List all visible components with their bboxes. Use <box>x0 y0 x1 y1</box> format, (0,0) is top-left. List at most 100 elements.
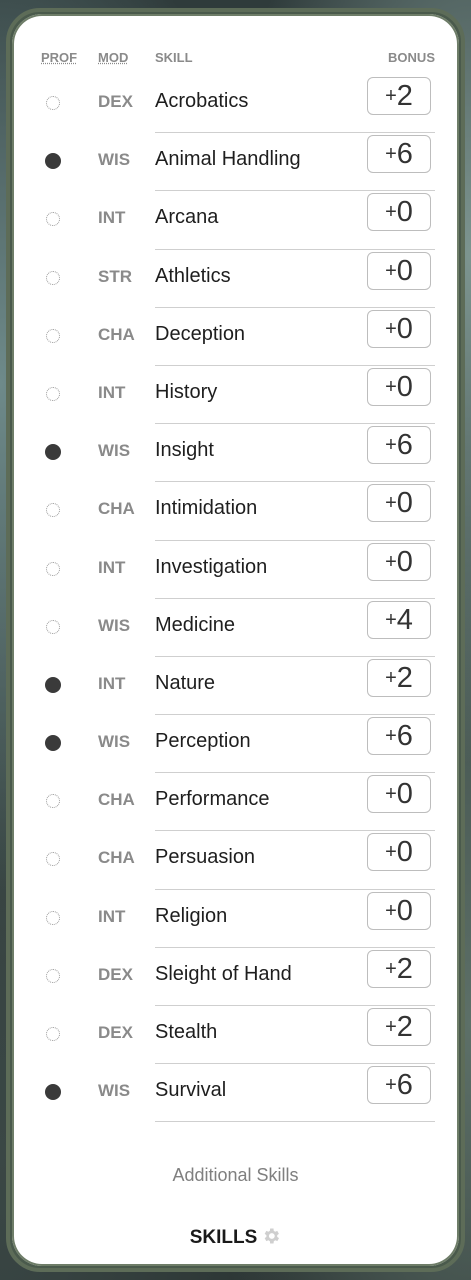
skill-row[interactable]: DEX Sleight of Hand +2 <box>12 949 459 1007</box>
skill-bonus-button[interactable]: +2 <box>367 949 431 988</box>
skill-row[interactable]: INT Religion +0 <box>12 891 459 949</box>
skill-row[interactable]: WIS Medicine +4 <box>12 600 459 658</box>
proficiency-dot[interactable] <box>46 619 60 634</box>
proficiency-dot[interactable] <box>46 561 60 576</box>
skill-bonus-button[interactable]: +2 <box>367 1008 431 1046</box>
skill-modifier: INT <box>98 208 126 228</box>
skill-name: History <box>155 380 218 403</box>
bonus-value: 6 <box>396 720 413 753</box>
bonus-value: 0 <box>396 545 413 578</box>
proficiency-dot[interactable] <box>46 386 60 401</box>
skill-row[interactable]: CHA Intimidation +0 <box>12 483 459 541</box>
proficiency-dot[interactable] <box>46 270 60 285</box>
skill-name: Deception <box>155 322 246 345</box>
skill-modifier: DEX <box>98 1023 133 1042</box>
skill-row[interactable]: INT Arcana +0 <box>12 192 459 250</box>
row-divider <box>155 830 435 832</box>
proficiency-dot[interactable] <box>45 676 61 693</box>
skill-name: Religion <box>155 904 228 927</box>
bonus-value: 2 <box>396 661 413 694</box>
skill-bonus-button[interactable]: +0 <box>367 833 431 872</box>
proficiency-dot[interactable] <box>46 794 60 809</box>
skill-row[interactable]: CHA Persuasion +0 <box>12 832 459 890</box>
row-divider <box>155 248 435 250</box>
bonus-sign: + <box>385 201 397 224</box>
skill-name: Performance <box>155 788 270 811</box>
proficiency-dot[interactable] <box>46 212 60 227</box>
skills-header: PROF MOD SKILL BONUS <box>12 50 459 72</box>
skill-name: Medicine <box>155 613 236 636</box>
skill-row[interactable]: WIS Survival +6 <box>12 1065 459 1123</box>
skill-bonus-button[interactable]: +2 <box>367 77 431 115</box>
skill-row[interactable]: WIS Insight +6 <box>12 425 459 483</box>
row-divider <box>155 597 435 599</box>
skill-modifier: CHA <box>98 848 135 868</box>
skill-row[interactable]: CHA Deception +0 <box>12 309 459 367</box>
proficiency-dot[interactable] <box>45 153 61 170</box>
gear-icon[interactable] <box>261 1226 281 1246</box>
row-divider <box>155 946 435 948</box>
bonus-value: 0 <box>396 778 413 811</box>
row-divider <box>155 1063 435 1065</box>
skill-bonus-button[interactable]: +0 <box>367 251 431 290</box>
skills-list: DEX Acrobatics +2 WIS Animal Handling +6 INT Ar… <box>12 76 459 1123</box>
skill-bonus-button[interactable]: +0 <box>367 542 431 581</box>
proficiency-dot[interactable] <box>46 96 60 110</box>
proficiency-dot[interactable] <box>45 444 61 461</box>
row-divider <box>155 888 435 890</box>
bonus-sign: + <box>385 434 397 457</box>
skill-bonus-button[interactable]: +6 <box>367 717 431 756</box>
bonus-sign: + <box>385 957 397 980</box>
additional-skills-link[interactable]: Additional Skills <box>12 1165 459 1186</box>
skill-modifier: INT <box>98 673 126 693</box>
skill-bonus-button[interactable]: +6 <box>367 1066 431 1105</box>
bonus-value: 0 <box>396 370 413 403</box>
skill-bonus-button[interactable]: +0 <box>367 891 431 930</box>
proficiency-dot[interactable] <box>46 852 60 867</box>
skill-modifier: CHA <box>98 790 135 810</box>
proficiency-dot[interactable] <box>46 1027 60 1041</box>
proficiency-dot[interactable] <box>46 328 60 343</box>
skill-bonus-button[interactable]: +0 <box>367 193 431 232</box>
row-divider <box>155 772 435 774</box>
skill-row[interactable]: DEX Stealth +2 <box>12 1007 459 1065</box>
bonus-sign: + <box>385 841 397 864</box>
skills-panel: PROF MOD SKILL BONUS DEX Acrobatics +2 WIS A… <box>12 14 459 1266</box>
row-divider <box>155 1005 435 1006</box>
skill-name: Intimidation <box>155 497 258 520</box>
skill-bonus-button[interactable]: +0 <box>367 775 431 814</box>
skill-bonus-button[interactable]: +4 <box>367 600 431 639</box>
bonus-sign: + <box>385 375 397 398</box>
proficiency-dot[interactable] <box>46 968 60 983</box>
skill-name: Persuasion <box>155 846 256 869</box>
skill-bonus-button[interactable]: +0 <box>367 309 431 348</box>
skill-modifier: WIS <box>98 441 131 461</box>
proficiency-dot[interactable] <box>45 1084 61 1101</box>
skill-bonus-button[interactable]: +6 <box>367 426 431 465</box>
skill-bonus-button[interactable]: +0 <box>367 367 431 406</box>
bonus-value: 6 <box>396 138 413 171</box>
header-mod: MOD <box>98 50 129 65</box>
proficiency-dot[interactable] <box>46 910 60 925</box>
skill-row[interactable]: CHA Performance +0 <box>12 774 459 832</box>
skill-row[interactable]: INT Nature +2 <box>12 658 459 716</box>
skill-bonus-button[interactable]: +0 <box>367 484 431 523</box>
proficiency-dot[interactable] <box>46 503 60 518</box>
skill-row[interactable]: INT Investigation +0 <box>12 542 459 600</box>
skill-row[interactable]: INT History +0 <box>12 367 459 425</box>
bonus-value: 2 <box>396 80 413 112</box>
skill-name: Perception <box>155 730 251 753</box>
skill-row[interactable]: DEX Acrobatics +2 <box>12 76 459 134</box>
proficiency-dot[interactable] <box>45 735 61 752</box>
skill-row[interactable]: WIS Animal Handling +6 <box>12 134 459 192</box>
skill-row[interactable]: STR Athletics +0 <box>12 251 459 309</box>
row-divider <box>155 655 435 657</box>
bonus-sign: + <box>385 317 397 340</box>
skill-row[interactable]: WIS Perception +6 <box>12 716 459 774</box>
bonus-value: 2 <box>396 952 413 985</box>
row-divider <box>155 364 435 366</box>
skills-footer: SKILLS <box>12 1226 459 1249</box>
skill-bonus-button[interactable]: +2 <box>367 658 431 697</box>
bonus-sign: + <box>385 783 397 806</box>
skill-bonus-button[interactable]: +6 <box>367 135 431 174</box>
